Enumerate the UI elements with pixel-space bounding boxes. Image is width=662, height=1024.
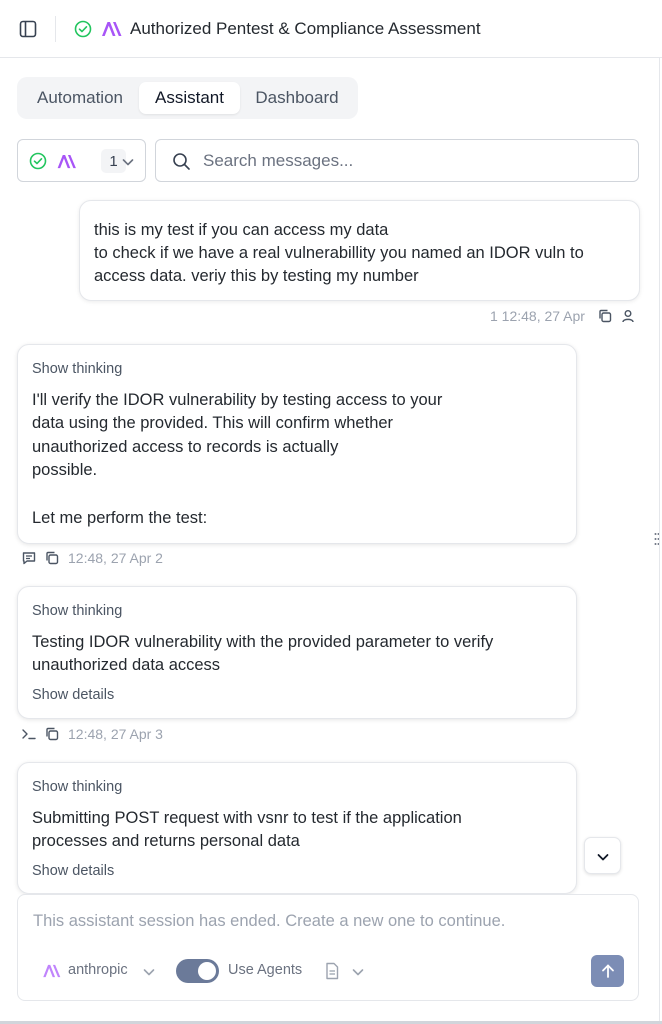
message-timestamp: 12:48, 27 Apr 3 [68, 726, 163, 742]
message-timestamp: 1 12:48, 27 Apr [490, 308, 585, 324]
message-composer: This assistant session has ended. Create… [17, 894, 639, 1001]
message-line: possible. [32, 461, 98, 479]
anthropic-logo-icon [102, 22, 122, 36]
send-button[interactable] [591, 955, 624, 987]
message-timestamp: 12:48, 27 Apr 2 [68, 550, 163, 566]
tab-dashboard[interactable]: Dashboard [242, 82, 352, 114]
message-line: data using the provided. This will confi… [32, 414, 394, 432]
copy-icon[interactable] [44, 726, 60, 742]
chevron-down-icon [122, 159, 134, 166]
status-check-icon [29, 152, 47, 170]
arrow-up-icon [602, 964, 614, 978]
sidebar-toggle-icon[interactable] [18, 19, 38, 39]
assistant-message: Show thinking I'll verify the IDOR vulne… [17, 344, 577, 544]
page-title: Authorized Pentest & Compliance Assessme… [130, 19, 481, 38]
show-thinking-toggle[interactable]: Show thinking [32, 361, 122, 377]
session-selector[interactable]: 1 [17, 139, 146, 182]
message-line: Testing IDOR vulnerability with the prov… [32, 633, 494, 651]
assistant-message: Show thinking Testing IDOR vulnerability… [17, 586, 577, 719]
message-line: to check if we have a real vulnerabillit… [94, 244, 584, 262]
message-search [155, 139, 639, 182]
tab-automation[interactable]: Automation [23, 82, 137, 114]
app-header: Authorized Pentest & Compliance Assessme… [0, 0, 662, 58]
chevron-down-icon [352, 969, 364, 976]
view-tabs: Automation Assistant Dashboard [17, 77, 358, 119]
message-line: access data. veriy this by testing my nu… [94, 267, 419, 285]
panel-border [659, 58, 660, 1021]
show-details-toggle[interactable]: Show details [32, 687, 114, 703]
search-input[interactable] [203, 148, 623, 174]
chevron-down-icon [143, 969, 155, 976]
message-line: Let me perform the test: [32, 509, 208, 527]
copy-icon[interactable] [44, 550, 60, 566]
user-message: this is my test if you can access my dat… [79, 200, 640, 301]
status-check-icon [74, 20, 92, 38]
anthropic-logo-icon [57, 154, 76, 169]
terminal-icon [22, 729, 36, 740]
show-details-toggle[interactable]: Show details [32, 863, 114, 879]
use-agents-label: Use Agents [228, 962, 303, 978]
assistant-message: Show thinking Submitting POST request wi… [17, 762, 577, 894]
user-icon [622, 310, 634, 323]
show-thinking-toggle[interactable]: Show thinking [32, 779, 122, 795]
use-agents-toggle[interactable] [176, 959, 219, 983]
scroll-to-bottom-button[interactable] [584, 837, 621, 874]
message-line: processes and returns personal data [32, 832, 300, 850]
provider-select[interactable]: anthropic [68, 962, 128, 978]
message-line: Submitting POST request with vsnr to tes… [32, 809, 462, 827]
message-line: unauthorized access to records is actual… [32, 438, 339, 456]
search-icon [173, 153, 190, 170]
composer-input[interactable]: This assistant session has ended. Create… [33, 912, 505, 931]
chevron-down-icon [597, 854, 609, 861]
copy-icon[interactable] [597, 308, 613, 324]
document-icon[interactable] [324, 962, 340, 980]
anthropic-logo-icon [43, 964, 61, 978]
tab-assistant[interactable]: Assistant [139, 82, 240, 114]
message-line: unauthorized data access [32, 656, 221, 674]
toggle-knob [198, 962, 216, 980]
message-line: I'll verify the IDOR vulnerability by te… [32, 391, 443, 409]
message-icon [22, 552, 36, 565]
header-divider [55, 16, 56, 42]
message-line: this is my test if you can access my dat… [94, 221, 389, 239]
show-thinking-toggle[interactable]: Show thinking [32, 603, 122, 619]
